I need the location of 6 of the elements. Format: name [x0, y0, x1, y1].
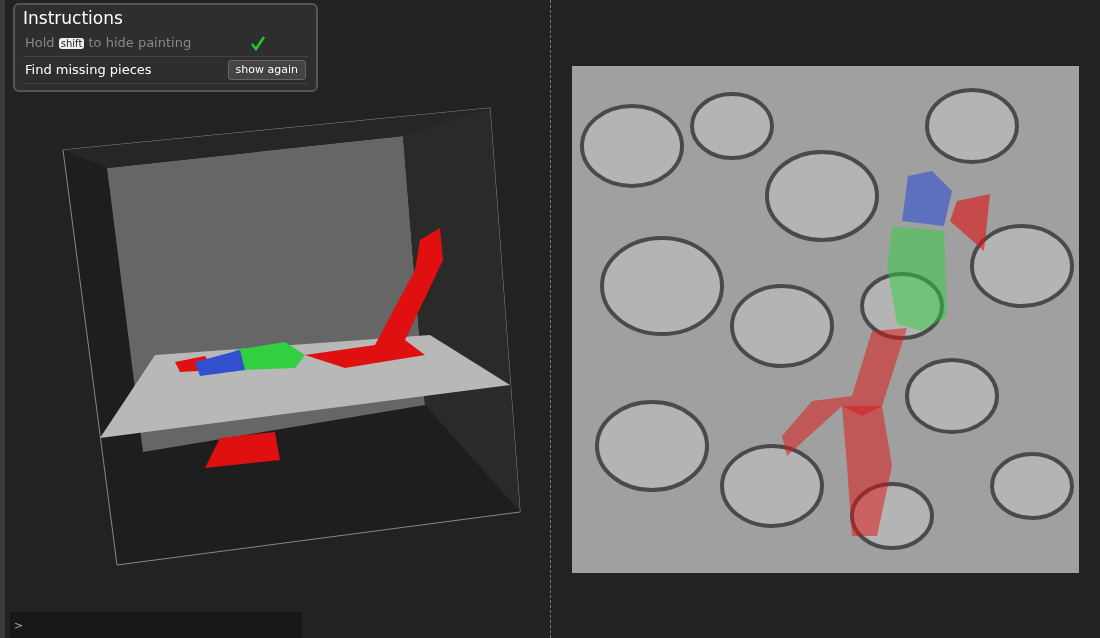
console-bar[interactable]: >: [10, 612, 302, 638]
show-again-button[interactable]: show again: [227, 59, 306, 81]
task-text: Hold shift to hide painting: [25, 34, 192, 53]
console-prompt: >: [14, 619, 24, 632]
task-text: Find missing pieces: [25, 61, 152, 80]
panel-title: Instructions: [23, 8, 124, 29]
